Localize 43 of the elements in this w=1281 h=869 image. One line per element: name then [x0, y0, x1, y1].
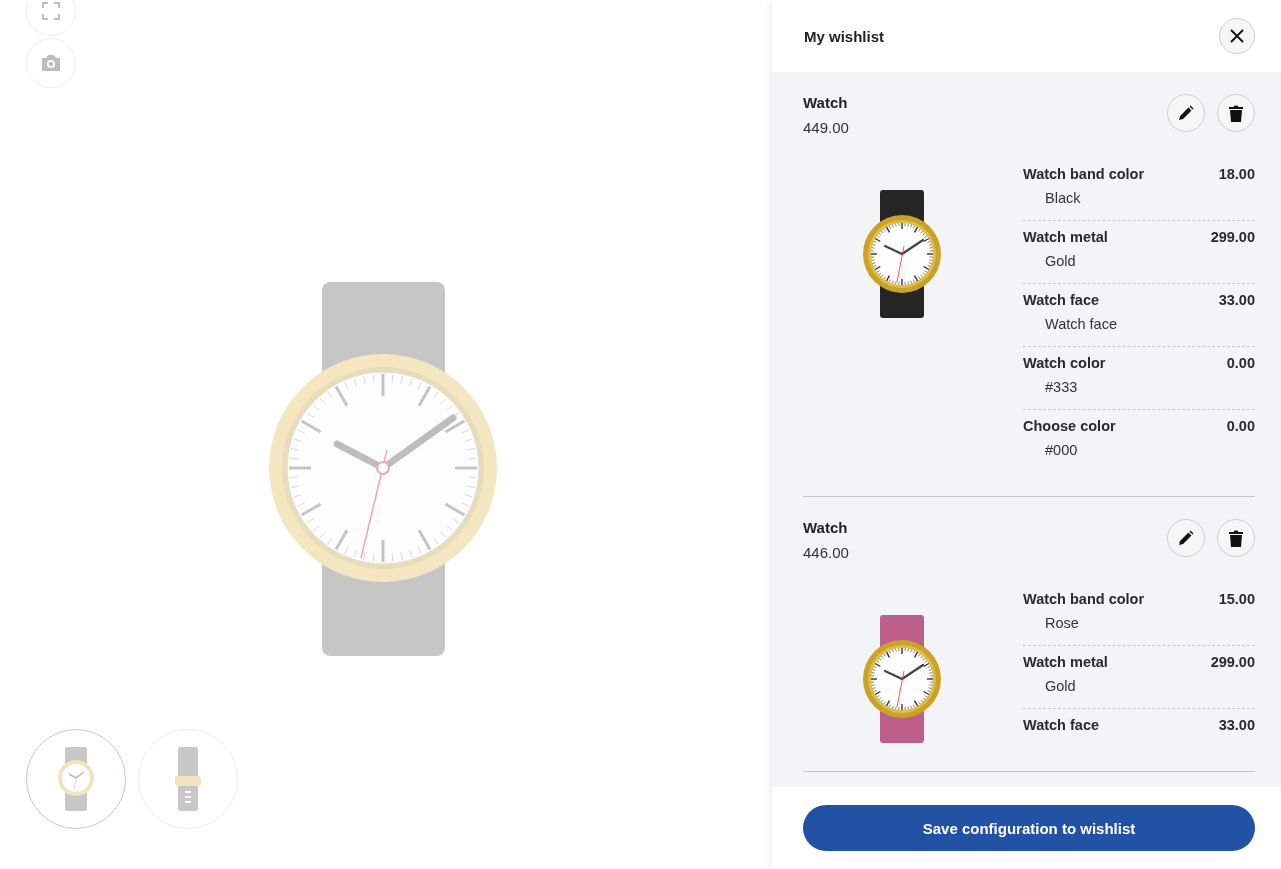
option-price: 299.00 [1210, 654, 1255, 670]
pencil-icon [1178, 530, 1194, 546]
option-value: Rose [1045, 615, 1080, 631]
close-icon [1230, 29, 1244, 43]
option-price: 299.00 [1210, 229, 1255, 245]
close-button[interactable] [1219, 18, 1255, 54]
option-value: Gold [1045, 678, 1077, 694]
watch-band-drawing [175, 747, 201, 811]
item-price: 446.00 [803, 544, 849, 561]
option-price: 15.00 [1218, 591, 1255, 607]
delete-button[interactable] [1217, 519, 1255, 557]
save-wishlist-button[interactable]: Save configuration to wishlist [803, 805, 1255, 851]
option-name: Watch face [1023, 292, 1099, 308]
option-price: 0.00 [1226, 418, 1255, 434]
option-price: 33.00 [1218, 717, 1255, 733]
trash-icon [1229, 104, 1243, 122]
fullscreen-icon [41, 1, 61, 21]
trash-icon [1229, 529, 1243, 547]
option-name: Choose color [1023, 418, 1116, 434]
option-value: #333 [1045, 379, 1079, 395]
edit-button[interactable] [1167, 94, 1205, 132]
option-name: Watch metal [1023, 229, 1108, 245]
option-price: 18.00 [1218, 166, 1255, 182]
option-value: #000 [1045, 442, 1079, 458]
pencil-icon [1178, 105, 1194, 121]
option-name: Watch band color [1023, 591, 1145, 607]
wishlist-title: My wishlist [804, 27, 885, 45]
option-value: Gold [1045, 253, 1077, 269]
edit-button[interactable] [1167, 519, 1205, 557]
option-name: Watch band color [1023, 166, 1145, 182]
option-value: Watch face [1045, 316, 1118, 332]
option-value: Black [1045, 190, 1082, 206]
option-name: Watch color [1023, 355, 1106, 371]
item-name: Watch [803, 94, 849, 111]
item-price: 449.00 [803, 119, 849, 136]
watch-front-drawing [57, 747, 95, 811]
delete-button[interactable] [1217, 94, 1255, 132]
option-name: Watch metal [1023, 654, 1108, 670]
item-name: Watch [803, 519, 849, 536]
option-price: 0.00 [1226, 355, 1255, 371]
camera-icon [41, 54, 61, 72]
option-name: Watch face [1023, 717, 1099, 733]
option-price: 33.00 [1218, 292, 1255, 308]
